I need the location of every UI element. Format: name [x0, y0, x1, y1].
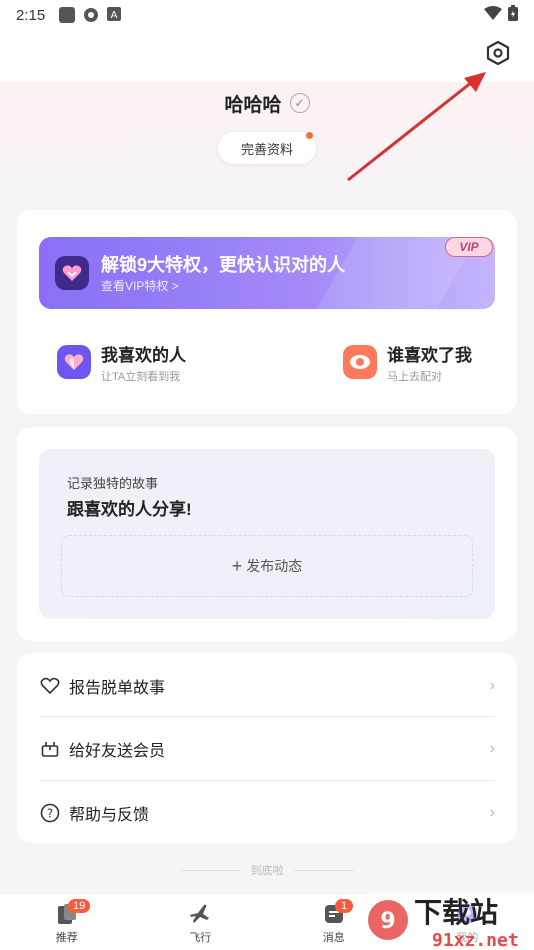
double-heart-icon	[57, 345, 91, 379]
tab-label: 推荐	[55, 931, 78, 944]
end-text: 到底啦	[250, 865, 284, 877]
status-bar: 2:15 A	[0, 0, 534, 30]
story-box: 记录独特的故事 跟喜欢的人分享! + 发布动态	[39, 449, 495, 619]
chevron-right-icon: ›	[489, 677, 495, 694]
chevron-right-icon: ›	[489, 740, 495, 757]
story-caption: 记录独特的故事	[67, 476, 159, 491]
vip-title: 解锁9大特权，更快认识对的人	[101, 255, 346, 275]
tab-label: 我的	[456, 931, 479, 944]
complete-profile-label: 完善资料	[240, 141, 293, 157]
tab-flight[interactable]: 飞行	[134, 895, 268, 950]
profile-icon	[454, 901, 480, 927]
settings-button[interactable]	[483, 40, 513, 70]
tab-recommend[interactable]: 推荐 19	[0, 895, 134, 950]
menu-label: 帮助与反馈	[69, 807, 150, 824]
menu-item-help-feedback[interactable]: ? 帮助与反馈 ›	[39, 781, 495, 845]
i-like-subtitle: 让TA立刻看到我	[101, 370, 181, 383]
menu-label: 报告脱单故事	[69, 680, 166, 697]
svg-text:?: ?	[47, 807, 53, 821]
vip-card: 解锁9大特权，更快认识对的人 查看VIP特权 > VIP 我喜欢的人 让TA立刻…	[17, 210, 517, 414]
username-row: 哈哈哈 ✓	[0, 88, 534, 118]
heart-outline-icon	[39, 675, 61, 697]
notification-badge: 1	[335, 899, 353, 913]
verified-check-icon[interactable]: ✓	[289, 93, 310, 113]
a-notification-icon: A	[107, 7, 123, 23]
tab-label: 飞行	[189, 931, 212, 944]
airplane-icon	[187, 901, 213, 927]
red-dot-indicator	[306, 132, 313, 139]
menu-item-report-story[interactable]: 报告脱单故事 ›	[39, 654, 495, 718]
complete-profile-button[interactable]: 完善资料	[217, 131, 317, 165]
story-card: 记录独特的故事 跟喜欢的人分享! + 发布动态	[17, 427, 517, 641]
i-like-button[interactable]: 我喜欢的人 让TA立刻看到我	[57, 342, 186, 383]
menu-card: 报告脱单故事 › 给好友送会员 › ? 帮助与反馈 ›	[17, 653, 517, 843]
end-of-list: 到底啦	[0, 862, 534, 878]
svg-text:A: A	[111, 10, 118, 21]
hexagon-settings-icon	[485, 40, 511, 71]
likes-me-subtitle: 马上去配对	[387, 370, 442, 383]
tab-label: 消息	[322, 931, 345, 944]
menu-item-gift-vip[interactable]: 给好友送会员 ›	[39, 717, 495, 781]
vip-subtitle: 查看VIP特权 >	[101, 279, 179, 293]
post-update-button[interactable]: + 发布动态	[61, 535, 473, 597]
likes-me-title: 谁喜欢了我	[387, 345, 472, 365]
notification-badge: 19	[68, 899, 91, 913]
header	[0, 30, 534, 82]
likes-me-button[interactable]: 谁喜欢了我 马上去配对	[343, 342, 472, 383]
story-headline: 跟喜欢的人分享!	[67, 500, 192, 519]
status-time: 2:15	[16, 6, 46, 24]
tab-me[interactable]: 我的	[401, 895, 534, 950]
gift-icon	[39, 738, 61, 760]
vip-banner[interactable]: 解锁9大特权，更快认识对的人 查看VIP特权 > VIP	[39, 237, 495, 309]
wifi-icon	[484, 6, 502, 24]
notification-icon	[59, 7, 76, 23]
app-notification-icon	[83, 7, 99, 23]
tab-bar: 推荐 19 飞行 消息 1 我的	[0, 895, 534, 950]
vip-badge: VIP	[445, 237, 493, 257]
question-icon: ?	[39, 802, 61, 824]
menu-label: 给好友送会员	[69, 743, 166, 760]
username: 哈哈哈	[224, 94, 282, 116]
eye-icon	[343, 345, 377, 379]
tab-messages[interactable]: 消息 1	[267, 895, 401, 950]
plus-icon: +	[231, 555, 243, 576]
chevron-right-icon: ›	[489, 804, 495, 821]
battery-icon	[508, 5, 518, 25]
vip-heart-icon	[55, 256, 89, 290]
i-like-title: 我喜欢的人	[101, 345, 186, 365]
post-update-label: 发布动态	[246, 558, 303, 574]
